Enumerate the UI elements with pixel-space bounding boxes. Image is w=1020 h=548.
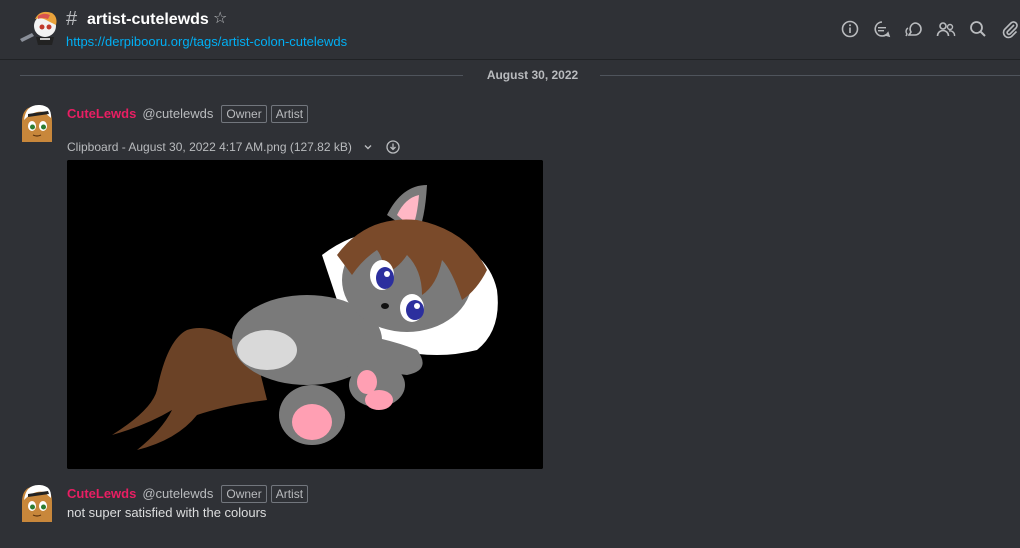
date-divider: August 30, 2022	[20, 66, 1020, 84]
search-icon[interactable]	[967, 18, 989, 40]
author-name[interactable]: CuteLewds	[67, 105, 136, 123]
paperclip-icon[interactable]	[999, 18, 1020, 40]
attachment-image[interactable]	[67, 160, 543, 469]
divider-date: August 30, 2022	[486, 68, 579, 82]
members-icon[interactable]	[935, 18, 957, 40]
threads-icon[interactable]	[871, 18, 893, 40]
hash-icon: #	[66, 8, 78, 30]
channel-title: artist-cutelewds	[87, 11, 209, 28]
chevron-down-icon[interactable]	[362, 141, 374, 153]
info-icon[interactable]	[839, 18, 861, 40]
download-icon[interactable]	[386, 140, 400, 154]
avatar[interactable]	[18, 482, 56, 522]
divider-line-right	[600, 75, 1020, 76]
channel-avatar-icon	[18, 9, 60, 47]
role-badge-artist: Artist	[270, 485, 309, 503]
role-badge-owner: Owner	[221, 105, 267, 123]
message-header: CuteLewds @cutelewds Owner Artist	[67, 484, 309, 504]
attachment-info: Clipboard - August 30, 2022 4:17 AM.png …	[67, 138, 400, 156]
message-text: not super satisfied with the colours	[67, 505, 267, 520]
chat-window: # artist-cutelewds ☆ https://derpibooru.…	[0, 0, 1020, 548]
message: CuteLewds @cutelewds Owner Artist Clipbo…	[0, 100, 1020, 470]
message-header: CuteLewds @cutelewds Owner Artist	[67, 104, 309, 124]
channel-header: # artist-cutelewds ☆ https://derpibooru.…	[0, 0, 1020, 60]
attachment-filename: Clipboard - August 30, 2022 4:17 AM.png …	[67, 140, 352, 154]
channel-topic-link[interactable]: https://derpibooru.org/tags/artist-colon…	[66, 33, 347, 51]
role-badge-owner: Owner	[221, 485, 267, 503]
message: CuteLewds @cutelewds Owner Artist not su…	[0, 480, 1020, 540]
avatar[interactable]	[18, 102, 56, 142]
divider-line-left	[20, 75, 463, 76]
role-badge-artist: Artist	[270, 105, 309, 123]
author-name[interactable]: CuteLewds	[67, 485, 136, 503]
star-icon[interactable]: ☆	[213, 9, 227, 29]
author-handle: @cutelewds	[142, 106, 214, 121]
author-handle: @cutelewds	[142, 486, 214, 501]
chat-bubbles-icon[interactable]	[903, 18, 925, 40]
